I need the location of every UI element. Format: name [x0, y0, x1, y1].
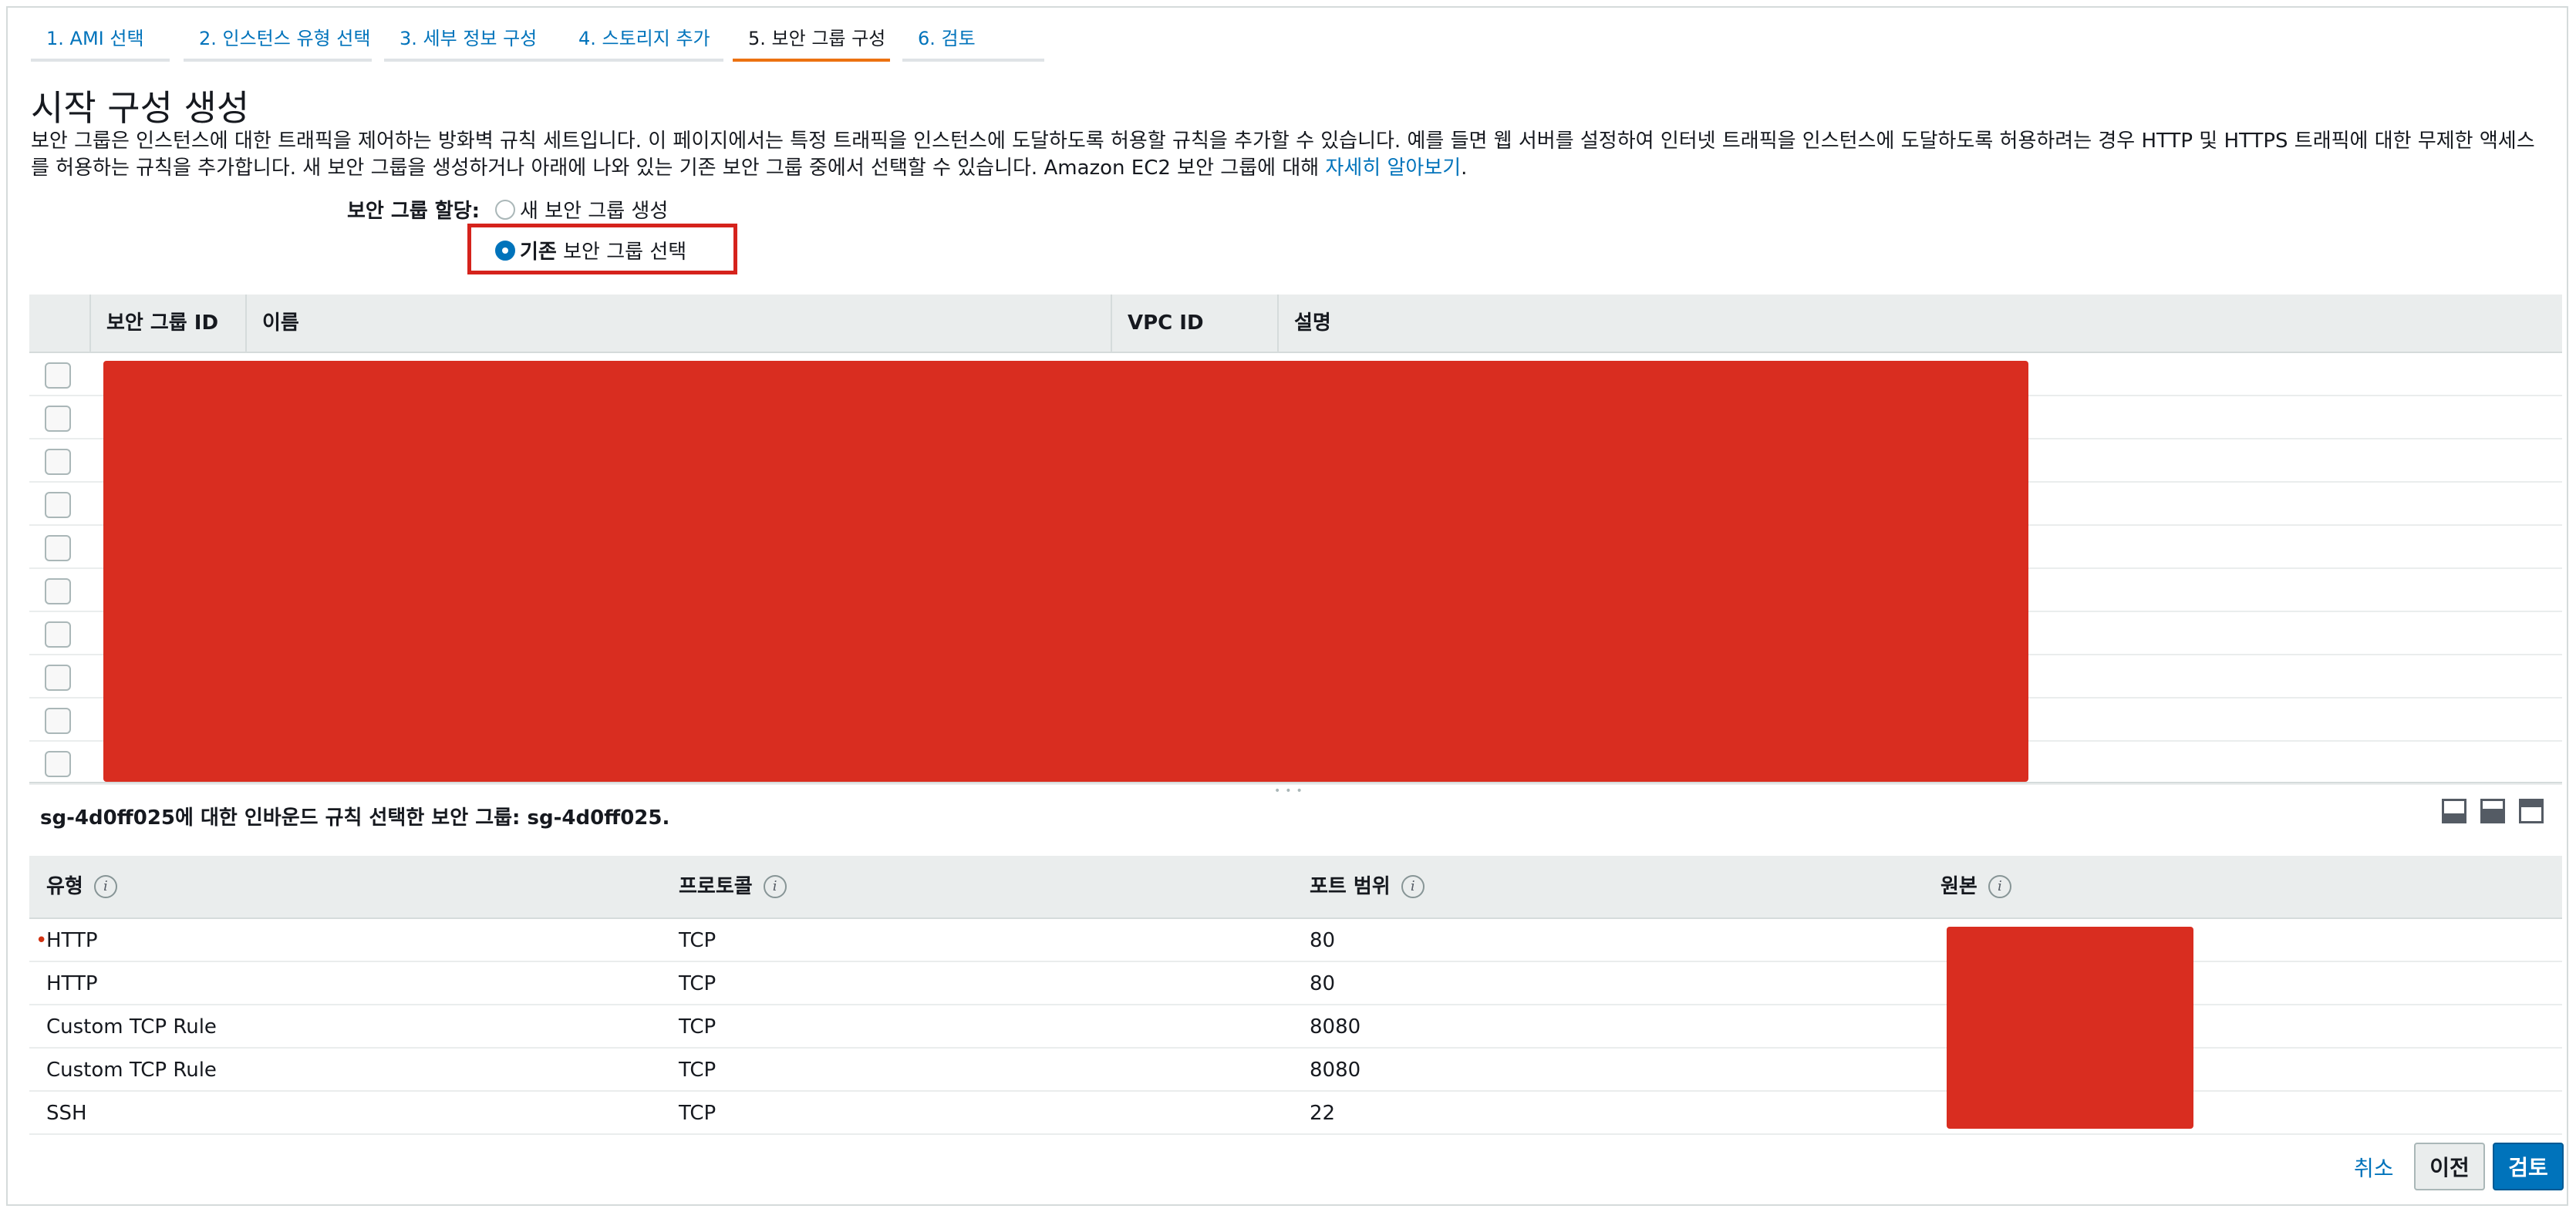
- tab-storage[interactable]: 4. 스토리지 추가: [563, 22, 723, 62]
- page-description: 보안 그룹은 인스턴스에 대한 트래픽을 제어하는 방화벽 규칙 세트입니다. …: [31, 128, 2561, 182]
- description-line-1: 보안 그룹은 인스턴스에 대한 트래픽을 제어하는 방화벽 규칙 세트입니다. …: [31, 130, 2535, 153]
- rule-port: 8080: [1310, 1015, 1361, 1039]
- info-icon[interactable]: i: [1401, 875, 1425, 898]
- row-checkbox[interactable]: [45, 751, 71, 777]
- pane-layout-controls: [2442, 799, 2544, 823]
- learn-more-link[interactable]: 자세히 알아보기: [1325, 157, 1461, 180]
- header-type-label: 유형: [46, 875, 83, 898]
- row-checkbox[interactable]: [45, 708, 71, 734]
- header-description[interactable]: 설명: [1277, 295, 1740, 352]
- rule-type: HTTP: [46, 972, 98, 995]
- rule-type: HTTP: [46, 929, 98, 952]
- info-icon[interactable]: i: [763, 875, 787, 898]
- tab-review[interactable]: 6. 검토: [902, 22, 1044, 62]
- highlight-box: [467, 224, 737, 274]
- row-checkbox[interactable]: [45, 362, 71, 389]
- assign-label: 보안 그룹 할당:: [347, 200, 480, 223]
- description-line-2: 를 허용하는 규칙을 추가합니다. 새 보안 그룹을 생성하거나 아래에 나와 …: [31, 155, 2561, 182]
- tab-ami[interactable]: 1. AMI 선택: [31, 22, 170, 62]
- radio-new-label: 새 보안 그룹 생성: [520, 200, 669, 223]
- row-checkbox[interactable]: [45, 578, 71, 604]
- rule-port: 80: [1310, 972, 1336, 995]
- layout-top-icon[interactable]: [2519, 799, 2544, 823]
- security-group-table: 보안 그룹 ID 이름 VPC ID 설명: [29, 295, 2562, 785]
- rule-port: 22: [1310, 1102, 1336, 1125]
- rule-protocol: TCP: [679, 929, 716, 952]
- inbound-rules-title: sg-4d0ff025에 대한 인바운드 규칙 선택한 보안 그룹: sg-4d…: [40, 806, 670, 830]
- rule-protocol: TCP: [679, 1102, 716, 1125]
- row-checkbox[interactable]: [45, 449, 71, 475]
- rule-type: Custom TCP Rule: [46, 1015, 217, 1039]
- rule-port: 80: [1310, 929, 1336, 952]
- rule-protocol: TCP: [679, 1015, 716, 1039]
- header-source-label: 원본: [1940, 875, 1978, 898]
- row-checkbox[interactable]: [45, 406, 71, 432]
- rule-port: 8080: [1310, 1059, 1361, 1082]
- header-protocol: 프로토콜 i: [662, 856, 787, 917]
- rule-protocol: TCP: [679, 972, 716, 995]
- review-button[interactable]: 검토: [2493, 1143, 2564, 1190]
- header-port-label: 포트 범위: [1310, 875, 1391, 898]
- header-type: 유형 i: [29, 856, 117, 917]
- header-protocol-label: 프로토콜: [679, 875, 753, 898]
- cancel-button[interactable]: 취소: [2354, 1152, 2394, 1183]
- header-name[interactable]: 이름: [245, 295, 1138, 352]
- row-checkbox[interactable]: [45, 535, 71, 561]
- header-vpc-id[interactable]: VPC ID: [1111, 295, 1280, 352]
- row-checkbox[interactable]: [45, 665, 71, 691]
- description-text: 를 허용하는 규칙을 추가합니다. 새 보안 그룹을 생성하거나 아래에 나와 …: [31, 157, 1326, 180]
- redaction-block: [103, 361, 2028, 782]
- rule-type: SSH: [46, 1102, 87, 1125]
- sg-table-header: 보안 그룹 ID 이름 VPC ID 설명: [29, 295, 2562, 353]
- radio-unchecked-icon[interactable]: [495, 199, 515, 220]
- rules-table-header: 유형 i 프로토콜 i 포트 범위 i 원본 i: [29, 856, 2562, 919]
- layout-bottom-icon[interactable]: [2442, 799, 2466, 823]
- description-end: .: [1461, 157, 1468, 180]
- source-redaction-block: [1947, 927, 2193, 1129]
- rule-protocol: TCP: [679, 1059, 716, 1082]
- header-port-range: 포트 범위 i: [1293, 856, 1425, 917]
- resize-handle[interactable]: •••: [1274, 785, 1307, 797]
- radio-new-security-group[interactable]: 새 보안 그룹 생성: [495, 195, 668, 224]
- previous-button[interactable]: 이전: [2414, 1143, 2485, 1190]
- page-title: 시작 구성 생성: [31, 87, 250, 129]
- tab-security-group[interactable]: 5. 보안 그룹 구성: [733, 22, 890, 62]
- tab-instance-type[interactable]: 2. 인스턴스 유형 선택: [184, 22, 372, 62]
- layout-split-icon[interactable]: [2480, 799, 2505, 823]
- info-icon[interactable]: i: [93, 875, 117, 898]
- row-checkbox[interactable]: [45, 621, 71, 648]
- info-icon[interactable]: i: [1988, 875, 2011, 898]
- row-checkbox[interactable]: [45, 492, 71, 518]
- header-source: 원본 i: [1924, 856, 2011, 917]
- tab-details[interactable]: 3. 세부 정보 구성: [384, 22, 578, 62]
- rule-type: Custom TCP Rule: [46, 1059, 217, 1082]
